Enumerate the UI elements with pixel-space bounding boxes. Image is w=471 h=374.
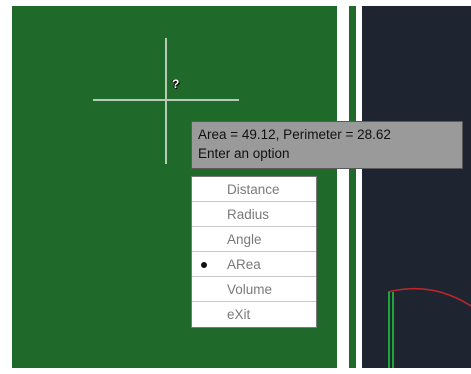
menu-item-label: Volume: [227, 282, 273, 297]
drawing-geometry: [387, 287, 471, 368]
cursor-question-icon: ?: [172, 77, 180, 91]
menu-item-label: Angle: [227, 232, 262, 247]
menu-item-distance[interactable]: Distance: [192, 177, 316, 202]
menu-item-area[interactable]: ARea: [192, 252, 316, 277]
viewport-divider: [337, 6, 343, 368]
options-menu: Distance Radius Angle ARea Volume eXit: [191, 176, 317, 328]
arc-entity[interactable]: [387, 287, 471, 307]
menu-item-exit[interactable]: eXit: [192, 302, 316, 327]
menu-item-angle[interactable]: Angle: [192, 227, 316, 252]
menu-item-volume[interactable]: Volume: [192, 277, 316, 302]
menu-item-label: ARea: [227, 257, 261, 272]
crosshair-vertical: [165, 38, 167, 164]
menu-item-label: eXit: [227, 307, 251, 322]
menu-item-label: Radius: [227, 207, 270, 222]
selected-bullet-icon: [201, 262, 207, 268]
measure-result-text: Area = 49.12, Perimeter = 28.62: [198, 127, 391, 142]
dynamic-input-tooltip: Area = 49.12, Perimeter = 28.62 Enter an…: [191, 121, 463, 169]
menu-item-radius[interactable]: Radius: [192, 202, 316, 227]
secondary-viewport[interactable]: [362, 6, 471, 368]
cad-window: ? Area = 49.12, Perimeter = 28.62 Enter …: [0, 0, 471, 374]
menu-item-label: Distance: [227, 182, 280, 197]
prompt-text: Enter an option: [198, 146, 290, 161]
